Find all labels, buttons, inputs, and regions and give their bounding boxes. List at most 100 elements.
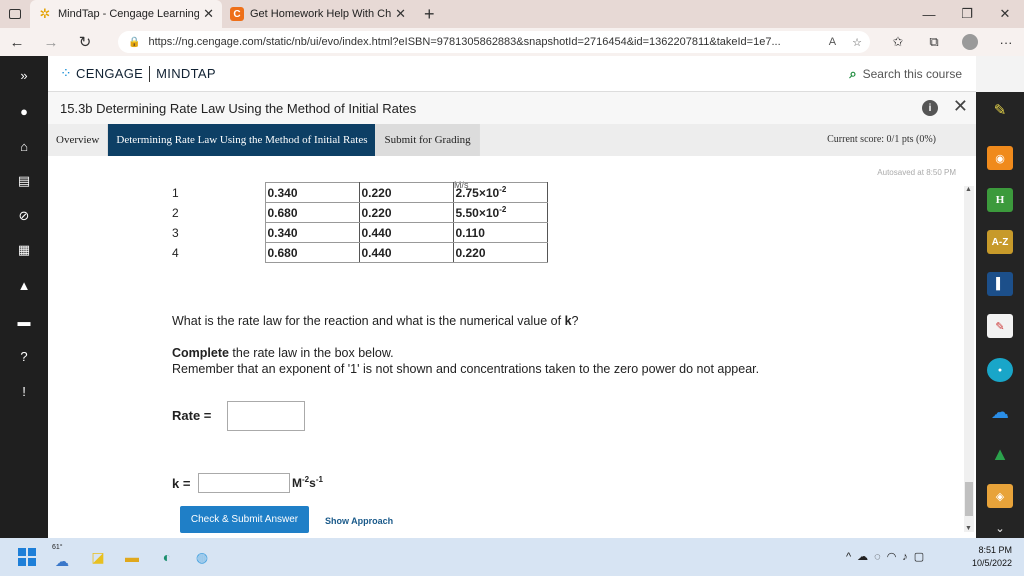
system-tray-icons[interactable]: ^☁◌◠♪▢ — [846, 550, 930, 563]
collections-icon[interactable]: ⧉ — [916, 34, 952, 50]
browser-tab-mindtap[interactable]: ✲ MindTap - Cengage Learning ✕ — [30, 0, 222, 28]
unit-exponent: -1 — [315, 475, 323, 484]
sticky-notes-icon[interactable]: ◪ — [88, 547, 108, 567]
chegg-favicon-icon: C — [230, 7, 244, 21]
google-drive-icon[interactable]: ▲ — [987, 442, 1013, 466]
info-icon[interactable]: i — [922, 100, 938, 116]
rate-law-input[interactable] — [227, 401, 305, 431]
notes-icon[interactable]: ✎ — [987, 314, 1013, 338]
question-text-start: What is the rate law for the reaction an… — [172, 314, 565, 328]
a-z-icon[interactable]: A-Z — [987, 230, 1013, 254]
puzzle-app-icon[interactable]: ◈ — [987, 484, 1013, 508]
browser-tab-chegg[interactable]: C Get Homework Help With Chegg ✕ — [222, 0, 414, 28]
concentration-a: 0.340 — [264, 182, 360, 203]
onedrive-icon[interactable]: ☁ — [987, 400, 1013, 424]
system-clock[interactable]: 8:51 PM 10/5/2022 — [972, 544, 1012, 570]
clock-date: 10/5/2022 — [971, 558, 1012, 568]
refresh-icon[interactable]: ↻ — [68, 28, 102, 56]
course-search[interactable]: ⌕ Search this course — [849, 66, 962, 82]
expand-chevrons-icon[interactable]: » — [0, 65, 48, 85]
weather-temp[interactable]: 61° — [52, 544, 63, 551]
table-row: 1 0.340 0.220 2.75×10-2 — [170, 182, 548, 203]
h-app-icon[interactable]: H — [987, 188, 1013, 212]
concentration-a: 0.340 — [264, 222, 360, 243]
initial-rate: 2.75×10-2 — [452, 182, 548, 203]
new-tab-button[interactable]: + — [424, 4, 435, 25]
read-aloud-icon[interactable]: A — [829, 36, 836, 48]
notebook-icon[interactable]: ▤ — [0, 171, 48, 191]
url-field[interactable]: 🔒 https://ng.cengage.com/static/nb/ui/ev… — [118, 31, 870, 53]
tab-overview[interactable]: Overview — [48, 124, 109, 156]
favorites-icon[interactable]: ✩ — [880, 34, 916, 50]
rss-feed-icon[interactable]: ◉ — [987, 146, 1013, 170]
compass-icon[interactable]: ⊘ — [0, 206, 48, 226]
weather-cloud-icon[interactable]: ☁ — [52, 551, 72, 571]
book-icon[interactable]: ▦ — [0, 240, 48, 260]
current-score: Current score: 0/1 pts (0%) — [827, 134, 936, 145]
tab-submit-for-grading[interactable]: Submit for Grading — [376, 124, 480, 156]
rate-exponent: -2 — [499, 205, 507, 214]
bongo-icon[interactable]: ● — [987, 358, 1013, 382]
user-icon[interactable]: ● — [0, 101, 48, 121]
feedback-icon[interactable]: ! — [0, 381, 48, 401]
brand-name: CENGAGE — [76, 66, 144, 81]
initial-rates-table: 1 0.340 0.220 2.75×10-2 2 0.680 0.220 5.… — [170, 182, 548, 263]
highlighter-icon[interactable]: ✎ — [987, 98, 1013, 122]
network-globe-icon[interactable]: ◍ — [192, 547, 212, 567]
scroll-up-icon[interactable]: ▲ — [965, 186, 972, 193]
search-placeholder: Search this course — [862, 67, 962, 81]
unit-base: M — [292, 476, 302, 490]
concentration-a: 0.680 — [264, 242, 360, 263]
scrollbar-thumb[interactable] — [965, 482, 973, 516]
minimize-icon[interactable]: — — [910, 0, 948, 28]
k-label: k = — [172, 476, 191, 491]
cengage-mindtap-logo: ⁘ CENGAGE MINDTAP — [60, 65, 216, 82]
more-menu-icon[interactable]: ··· — [988, 35, 1024, 50]
experiment-number: 2 — [172, 205, 179, 220]
k-value-input[interactable] — [198, 473, 290, 493]
table-row: 3 0.340 0.440 0.110 — [170, 222, 548, 243]
file-explorer-icon[interactable]: ▬ — [122, 547, 142, 567]
question-text-end: ? — [571, 314, 579, 328]
concentration-b: 0.220 — [358, 202, 454, 223]
edge-browser-icon[interactable]: ◐ — [157, 547, 177, 567]
concentration-b: 0.440 — [358, 222, 454, 243]
favorite-star-icon[interactable]: ☆ — [852, 36, 862, 49]
close-activity-icon[interactable]: ✕ — [953, 96, 968, 117]
forward-arrow-icon[interactable]: → — [34, 28, 68, 56]
search-icon: ⌕ — [849, 66, 857, 81]
profile-avatar[interactable] — [962, 34, 978, 50]
restore-icon[interactable]: ❐ — [948, 0, 986, 28]
question-text: What is the rate law for the reaction an… — [172, 314, 578, 328]
unit-base: s — [309, 476, 316, 490]
concentration-b: 0.220 — [358, 182, 454, 203]
tab-current-question[interactable]: Determining Rate Law Using the Method of… — [108, 124, 377, 162]
briefcase-icon[interactable]: ▬ — [0, 311, 48, 331]
browser-tab-title: Get Homework Help With Chegg — [250, 8, 392, 20]
dock-collapse-icon[interactable]: ⌄ — [987, 516, 1013, 540]
cengage-logo-icon: ⁘ — [60, 65, 73, 81]
left-nav-rail: » ● ⌂ ▤ ⊘ ▦ ▲ ▬ ? ! — [0, 56, 48, 538]
close-tab-icon[interactable]: ✕ — [395, 6, 406, 22]
close-window-icon[interactable]: ✕ — [986, 0, 1024, 28]
home-icon[interactable]: ⌂ — [0, 136, 48, 156]
back-arrow-icon[interactable]: ← — [0, 28, 34, 56]
content-scrollbar[interactable]: ▲ ▼ — [964, 186, 974, 532]
blue-book-icon[interactable]: ▌ — [987, 272, 1013, 296]
help-circle-icon[interactable]: ? — [0, 346, 48, 366]
tab-actions-icon — [9, 9, 21, 19]
show-approach-link[interactable]: Show Approach — [325, 516, 393, 526]
scroll-down-icon[interactable]: ▼ — [965, 525, 972, 532]
activity-title: 15.3b Determining Rate Law Using the Met… — [60, 100, 417, 116]
initial-rate: 5.50×10-2 — [452, 202, 548, 223]
check-submit-button[interactable]: Check & Submit Answer — [180, 506, 309, 533]
browser-tab-title: MindTap - Cengage Learning — [58, 8, 200, 20]
browser-tab-bar: ✲ MindTap - Cengage Learning ✕ C Get Hom… — [0, 0, 1024, 28]
graduation-cap-icon[interactable]: ▲ — [0, 275, 48, 295]
experiment-number: 4 — [172, 245, 179, 260]
table-row: 4 0.680 0.440 0.220 — [170, 242, 548, 263]
close-tab-icon[interactable]: ✕ — [203, 6, 214, 22]
tab-actions-button[interactable] — [0, 0, 30, 28]
autosave-status: Autosaved at 8:50 PM — [877, 168, 956, 177]
windows-start-icon[interactable] — [18, 548, 36, 566]
